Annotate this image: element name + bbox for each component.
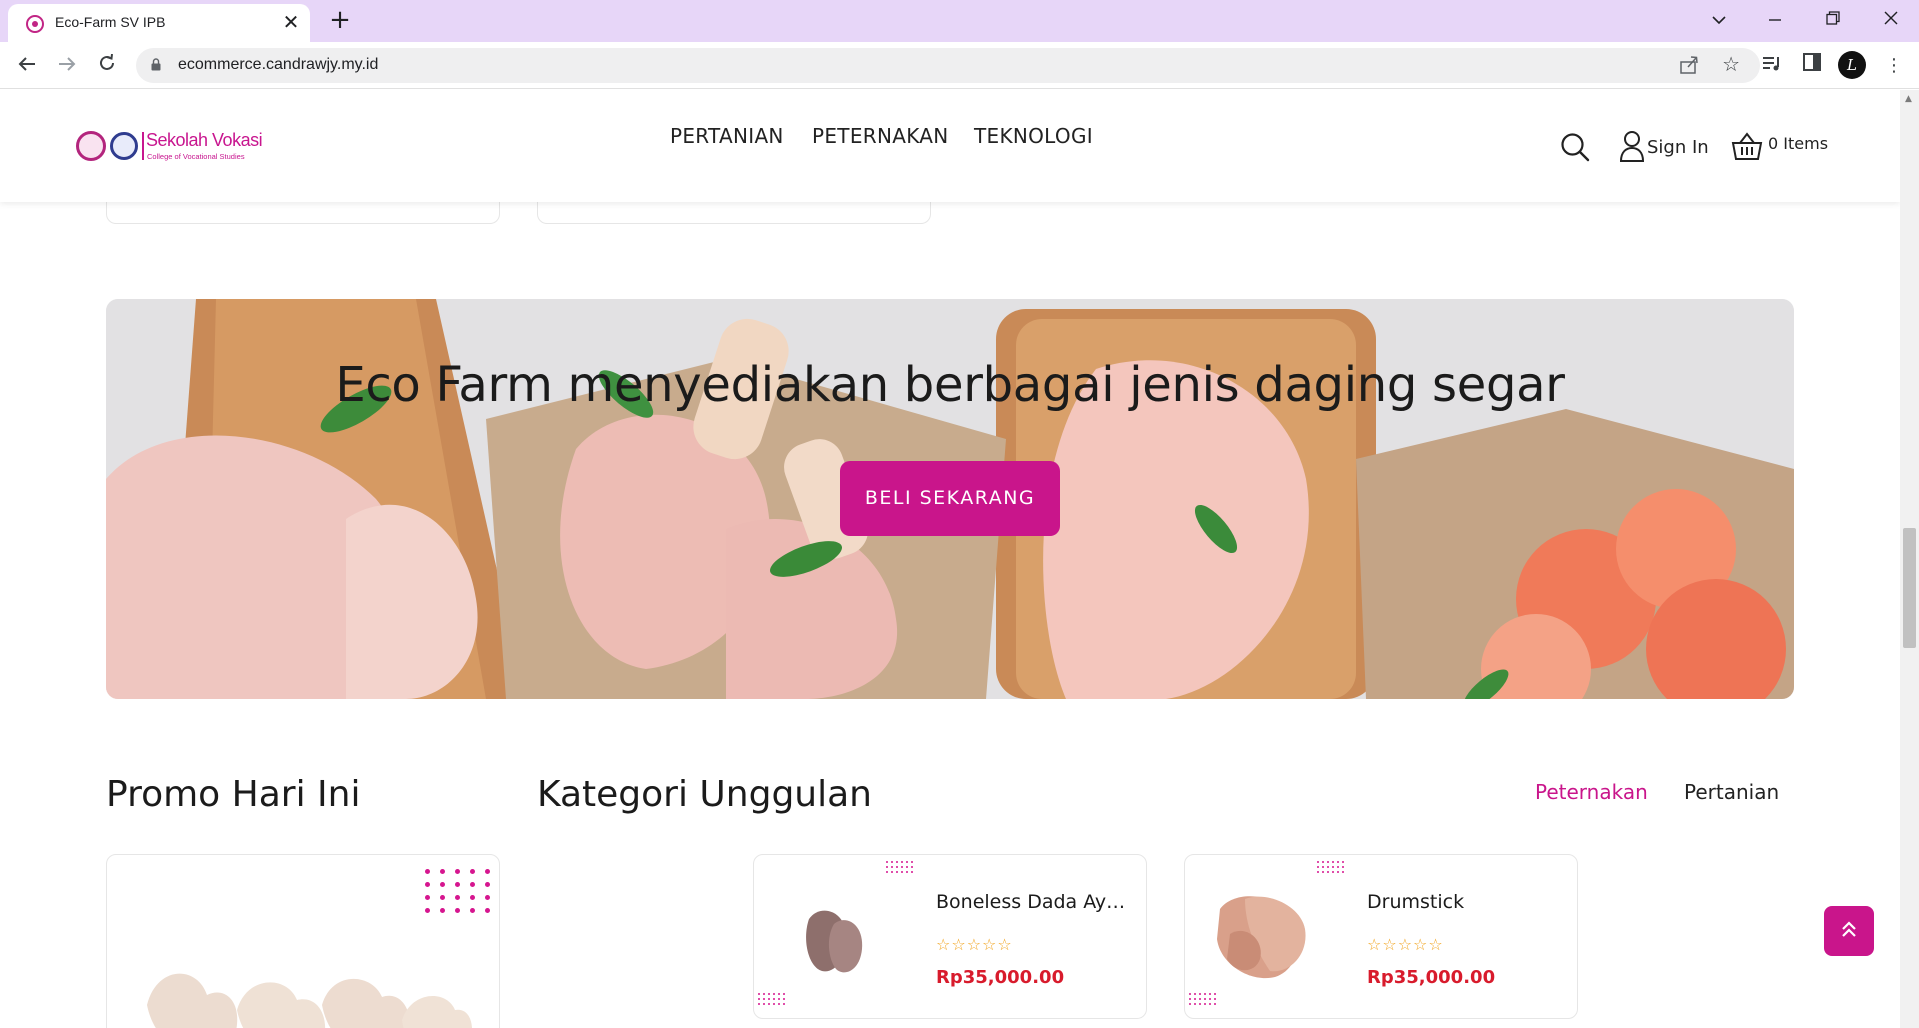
cart-count[interactable]: 0 Items — [1768, 134, 1828, 153]
search-icon[interactable] — [1560, 132, 1590, 162]
decorative-dots — [1189, 993, 1216, 1005]
banner-headline: Eco Farm menyediakan berbagai jenis dagi… — [335, 357, 1565, 413]
product-price: Rp35,000.00 — [1367, 967, 1496, 988]
bookmark-star-icon[interactable]: ☆ — [1722, 52, 1740, 76]
new-tab-icon[interactable]: + — [326, 6, 354, 34]
product-card[interactable]: Boneless Dada Ayam ☆☆☆☆☆ Rp35,000.00 — [753, 854, 1147, 1019]
browser-toolbar: ecommerce.candrawjy.my.id ☆ ⋮ — [0, 42, 1919, 89]
featured-title: Kategori Unggulan — [537, 774, 872, 815]
scroll-to-top-button[interactable] — [1824, 906, 1874, 956]
buy-now-button[interactable]: BELI SEKARANG — [840, 461, 1060, 536]
media-control-icon[interactable] — [1758, 52, 1786, 80]
decorative-dots — [425, 869, 499, 913]
tab-peternakan[interactable]: Peternakan — [1535, 780, 1648, 804]
restore-icon[interactable] — [1810, 4, 1856, 36]
forward-icon[interactable] — [51, 50, 83, 82]
vokasi-seal-icon — [110, 132, 138, 160]
product-image — [1217, 896, 1306, 979]
promo-title: Promo Hari Ini — [106, 774, 361, 815]
product-price: Rp35,000.00 — [936, 967, 1065, 988]
rating-stars: ☆☆☆☆☆ — [1367, 935, 1444, 954]
minimize-icon[interactable] — [1752, 4, 1798, 36]
decorative-dots — [886, 861, 913, 873]
promo-product-image — [147, 973, 472, 1028]
basket-icon[interactable] — [1731, 131, 1763, 161]
product-name[interactable]: Boneless Dada Ayam — [936, 891, 1136, 913]
product-image — [806, 910, 863, 973]
browser-tabstrip: Eco-Farm SV IPB ✕ + — [0, 0, 1919, 42]
sign-in-link[interactable]: Sign In — [1647, 137, 1709, 158]
ipb-seal-icon — [76, 131, 106, 161]
close-window-icon[interactable] — [1868, 4, 1914, 36]
decorative-dots — [758, 993, 785, 1005]
address-bar[interactable]: ecommerce.candrawjy.my.id ☆ — [136, 48, 1760, 83]
menu-item-teknologi[interactable]: TEKNOLOGI — [974, 124, 1093, 148]
scrollbar-thumb[interactable] — [1903, 528, 1916, 648]
user-icon[interactable] — [1619, 130, 1645, 162]
product-card[interactable]: Drumstick ☆☆☆☆☆ Rp35,000.00 — [1184, 854, 1578, 1019]
logo-name: Sekolah Vokasi — [146, 130, 263, 150]
browser-menu-icon[interactable]: ⋮ — [1880, 52, 1908, 80]
side-panel-icon[interactable] — [1798, 52, 1826, 80]
double-chevron-up-icon — [1842, 920, 1856, 937]
lock-icon — [151, 58, 161, 71]
decorative-dots — [1317, 861, 1344, 873]
logo-divider — [142, 132, 144, 160]
tab-pertanian[interactable]: Pertanian — [1684, 780, 1779, 804]
product-name[interactable]: Drumstick — [1367, 891, 1567, 913]
reload-icon[interactable] — [91, 50, 123, 82]
hero-banner: Eco Farm menyediakan berbagai jenis dagi… — [106, 299, 1794, 699]
site-header: Sekolah Vokasi College of Vocational Stu… — [0, 90, 1900, 202]
promo-card[interactable] — [106, 854, 500, 1028]
logo-subtitle: College of Vocational Studies — [147, 152, 245, 161]
profile-avatar[interactable]: L — [1838, 51, 1866, 79]
menu-item-peternakan[interactable]: PETERNAKAN — [812, 124, 949, 148]
browser-tab[interactable]: Eco-Farm SV IPB ✕ — [8, 4, 310, 42]
site-favicon-icon — [26, 15, 44, 33]
page-scrollbar[interactable]: ▲ — [1900, 90, 1919, 1028]
tab-title: Eco-Farm SV IPB — [55, 14, 166, 30]
site-logo[interactable]: Sekolah Vokasi College of Vocational Stu… — [76, 128, 266, 164]
share-icon[interactable] — [1678, 54, 1700, 76]
rating-stars: ☆☆☆☆☆ — [936, 935, 1013, 954]
back-icon[interactable] — [11, 50, 43, 82]
scroll-up-arrow-icon[interactable]: ▲ — [1905, 94, 1912, 104]
tab-close-icon[interactable]: ✕ — [280, 11, 302, 33]
web-page: Sekolah Vokasi College of Vocational Stu… — [0, 90, 1900, 1028]
menu-item-pertanian[interactable]: PERTANIAN — [670, 124, 784, 148]
url-text: ecommerce.candrawjy.my.id — [178, 56, 379, 73]
tab-search-icon[interactable] — [1696, 4, 1742, 36]
